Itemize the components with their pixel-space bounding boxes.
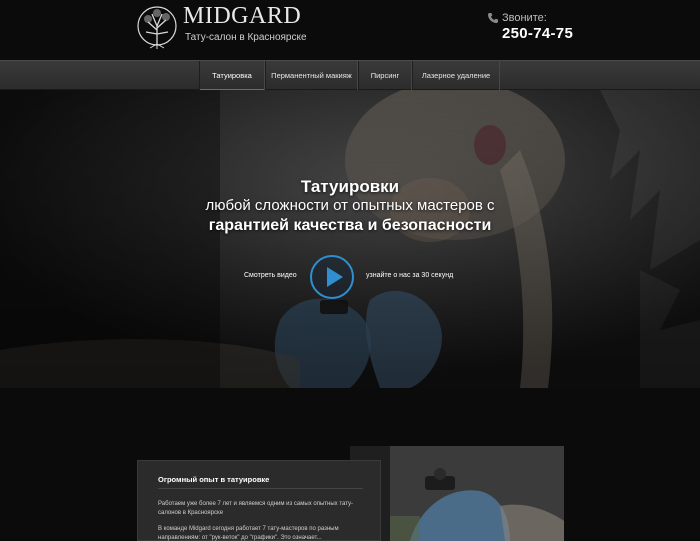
- experience-paragraph-1: Работаем уже более 7 лет и являемся одни…: [158, 501, 354, 516]
- experience-title: Огромный опыт в татуировке: [158, 475, 270, 484]
- divider: [158, 488, 363, 489]
- hero-background-image: [0, 90, 700, 388]
- call-label: Звоните:: [502, 12, 547, 24]
- hero-banner: Татуировки любой сложности от опытных ма…: [0, 90, 700, 388]
- nav-item-piercing[interactable]: Пирсинг: [358, 61, 412, 90]
- phone-number[interactable]: 250-74-75: [502, 25, 573, 42]
- tattoo-photo-image: [350, 446, 564, 541]
- nav-item-laser-removal[interactable]: Лазерное удаление: [412, 61, 500, 90]
- tattoo-artist-photo: [350, 446, 564, 541]
- phone-icon: [488, 13, 498, 23]
- hero-guarantee: гарантией качества и безопасности: [208, 217, 492, 234]
- nav-item-tattoo[interactable]: Татуировка: [199, 61, 265, 91]
- main-nav: Татуировка Перманентный макияж Пирсинг Л…: [0, 60, 700, 91]
- hero-title: Татуировки: [300, 177, 400, 196]
- tagline: Тату-салон в Красноярске: [185, 32, 307, 43]
- experience-paragraph-2: В команде Midgard сегодня работает 7 тат…: [158, 526, 339, 541]
- watch-video-label[interactable]: Смотреть видео: [244, 272, 297, 279]
- learn-about-label[interactable]: узнайте о нас за 30 секунд: [366, 272, 453, 279]
- nav-item-permanent-makeup[interactable]: Перманентный макияж: [265, 61, 358, 90]
- site-header: MIDGARD Тату-салон в Красноярске Звоните…: [0, 0, 700, 60]
- experience-card: Огромный опыт в татуировке Работаем уже …: [137, 460, 381, 541]
- play-video-button[interactable]: [310, 255, 354, 299]
- play-icon: [327, 267, 343, 287]
- hero-subtitle: любой сложности от опытных мастеров с: [205, 197, 495, 214]
- tree-logo-icon[interactable]: [136, 4, 178, 50]
- logo-text[interactable]: MIDGARD: [183, 3, 301, 30]
